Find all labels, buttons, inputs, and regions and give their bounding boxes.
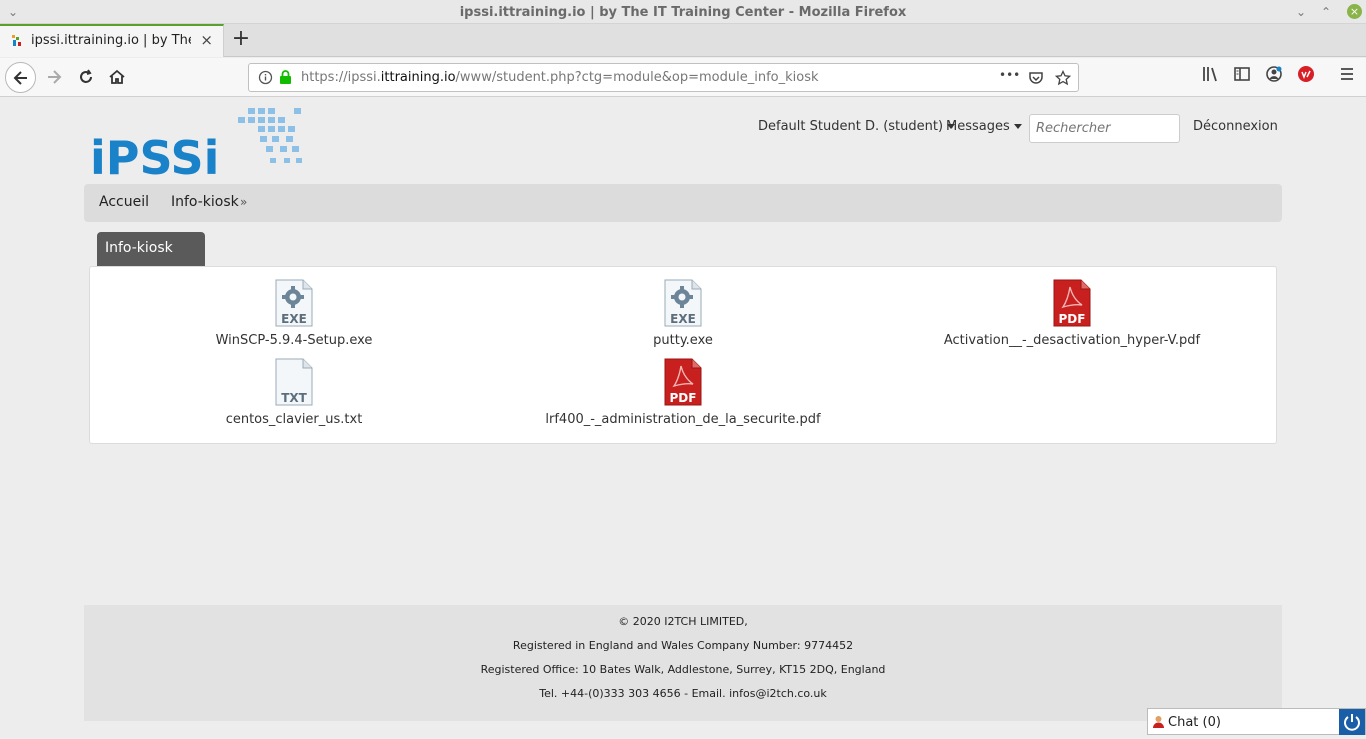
navigation-toolbar: https://ipssi.ittraining.io/www/student.… [0, 58, 1366, 97]
file-item[interactable]: EXE putty.exe [583, 279, 783, 348]
logo-text: iPSSi [90, 131, 219, 180]
back-arrow-icon [13, 70, 27, 85]
file-item[interactable]: PDF lrf400_-_administration_de_la_securi… [533, 358, 833, 427]
bookmark-star-icon[interactable] [1055, 70, 1071, 86]
svg-text:PDF: PDF [670, 391, 697, 405]
sidebar-icon[interactable] [1233, 65, 1251, 83]
footer-company-number: Registered in England and Wales Company … [512, 639, 854, 652]
breadcrumb-separator: » [240, 195, 248, 209]
txt-file-icon: TXT [275, 358, 313, 406]
window-titlebar: ⌄ ipssi.ittraining.io | by The IT Traini… [0, 0, 1366, 24]
messages-menu[interactable]: Messages [946, 119, 1022, 134]
url-bar[interactable]: https://ipssi.ittraining.io/www/student.… [248, 63, 1079, 92]
footer-address: Registered Office: 10 Bates Walk, Addles… [480, 663, 886, 676]
file-name[interactable]: WinSCP-5.9.4-Setup.exe [194, 333, 394, 348]
tab-close-icon[interactable]: × [200, 31, 213, 49]
site-favicon-icon [12, 35, 21, 46]
reload-button[interactable] [72, 63, 100, 91]
url-text[interactable]: https://ipssi.ittraining.io/www/student.… [301, 70, 819, 85]
chat-power-button[interactable] [1339, 709, 1365, 735]
exe-file-icon: EXE [275, 279, 313, 327]
maximize-icon[interactable]: ⌃ [1321, 5, 1331, 19]
pdf-file-icon: PDF [664, 358, 702, 406]
tab-info-kiosk[interactable]: Info-kiosk [97, 232, 205, 266]
svg-text:PDF: PDF [1059, 312, 1086, 326]
window-close-button[interactable]: × [1347, 4, 1362, 19]
library-icon[interactable] [1201, 65, 1219, 83]
account-icon[interactable] [1265, 65, 1283, 83]
file-item[interactable]: TXT centos_clavier_us.txt [194, 358, 394, 427]
file-name[interactable]: centos_clavier_us.txt [194, 412, 394, 427]
file-name[interactable]: putty.exe [583, 333, 783, 348]
extension-icon[interactable] [1297, 65, 1315, 83]
svg-text:EXE: EXE [281, 312, 307, 326]
messages-caret-icon [1013, 124, 1022, 129]
browser-tab-active[interactable]: ipssi.ittraining.io | by The IT × [0, 24, 224, 57]
footer: © 2020 I2TCH LIMITED, Registered in Engl… [84, 605, 1282, 721]
svg-text:EXE: EXE [670, 312, 696, 326]
footer-copyright: © 2020 I2TCH LIMITED, [618, 615, 748, 628]
tab-strip: ipssi.ittraining.io | by The IT × + [0, 24, 1366, 57]
breadcrumb-current[interactable]: Info-kiosk [171, 194, 239, 210]
file-name[interactable]: Activation__-_desactivation_hyper-V.pdf [922, 333, 1222, 348]
ipssi-logo-graphic: iPSSi [90, 108, 302, 185]
search-input[interactable] [1029, 114, 1180, 143]
file-item[interactable]: PDF Activation__-_desactivation_hyper-V.… [922, 279, 1222, 348]
logout-link[interactable]: Déconnexion [1193, 119, 1278, 134]
chat-widget[interactable]: Chat (0) [1147, 708, 1366, 735]
user-chat-icon [1153, 716, 1164, 728]
new-tab-button[interactable]: + [229, 27, 253, 51]
user-menu[interactable]: Default Student D. (student) [758, 119, 956, 134]
ipssi-logo[interactable]: iPSSi [90, 106, 310, 185]
minimize-icon[interactable]: ⌄ [1296, 5, 1306, 19]
reload-icon [80, 69, 92, 83]
hamburger-menu-icon[interactable] [1338, 65, 1356, 83]
pocket-icon[interactable] [1028, 70, 1044, 86]
page-content: iPSSi Default Student D. (student) Messa… [0, 98, 1366, 735]
exe-file-icon: EXE [664, 279, 702, 327]
file-item[interactable]: EXE WinSCP-5.9.4-Setup.exe [194, 279, 394, 348]
forward-arrow-icon [48, 70, 62, 84]
lock-icon[interactable] [279, 70, 292, 85]
power-icon [1344, 714, 1360, 731]
footer-contact: Tel. +44-(0)333 303 4656 - Email. infos@… [539, 687, 827, 700]
window-title: ipssi.ittraining.io | by The IT Training… [459, 5, 907, 20]
svg-text:TXT: TXT [281, 391, 307, 405]
file-name[interactable]: lrf400_-_administration_de_la_securite.p… [533, 412, 833, 427]
page-actions-icon[interactable]: ••• [999, 68, 1020, 82]
breadcrumb-home-link[interactable]: Accueil [99, 194, 149, 210]
home-button[interactable] [103, 63, 131, 91]
home-icon [109, 69, 125, 84]
chat-label[interactable]: Chat (0) [1168, 715, 1221, 730]
forward-button[interactable] [40, 63, 68, 91]
back-button[interactable] [5, 62, 36, 93]
files-panel: EXE WinSCP-5.9.4-Setup.exe EXE putty.exe [89, 266, 1277, 444]
tab-title: ipssi.ittraining.io | by The IT [31, 33, 191, 48]
info-icon[interactable] [258, 70, 273, 85]
breadcrumb: Accueil » Info-kiosk [84, 184, 1282, 222]
pdf-file-icon: PDF [1053, 279, 1091, 327]
